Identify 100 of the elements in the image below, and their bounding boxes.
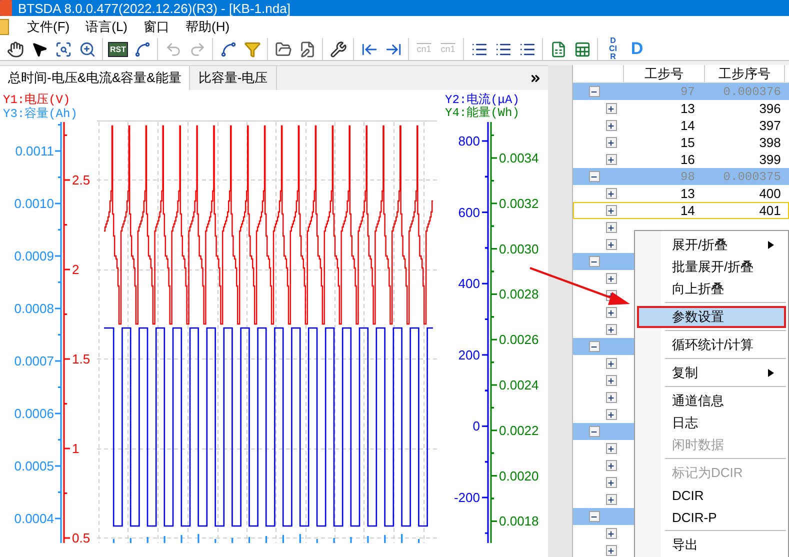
- wrench-icon: [330, 40, 346, 58]
- toolbar-button[interactable]: DCIR: [602, 38, 624, 60]
- expand-icon[interactable]: [606, 443, 617, 454]
- collapse-icon[interactable]: [588, 256, 600, 267]
- window-title: BTSDA 8.0.0.477(2022.12.26)(R3) - [KB-1.nda]: [18, 0, 290, 16]
- axis-label: 0.0032: [499, 196, 539, 211]
- menu-entry[interactable]: 批量展开/折叠: [637, 256, 786, 278]
- app-logo-icon: [0, 0, 12, 16]
- expand-icon[interactable]: [606, 460, 617, 471]
- expand-icon[interactable]: [606, 307, 617, 318]
- table-cell-text: 15: [679, 135, 696, 150]
- expand-icon[interactable]: [606, 324, 617, 335]
- undo-icon: [164, 40, 182, 58]
- axis-label: 0.0028: [499, 286, 539, 302]
- collapse-icon[interactable]: [588, 86, 600, 97]
- axis-label: 0.0018: [499, 514, 539, 529]
- submenu-arrow-icon: [768, 369, 774, 377]
- curve-icon: [220, 40, 236, 58]
- expand-icon[interactable]: [606, 409, 617, 420]
- table-cell-text: 399: [758, 152, 782, 167]
- menu-entry[interactable]: 复制: [637, 362, 786, 384]
- expand-icon[interactable]: [606, 188, 617, 199]
- axis-label: 0.0010: [14, 196, 54, 211]
- table-cell-text: 13: [679, 186, 696, 201]
- axis-label: 800: [458, 134, 480, 148]
- filter-icon: [244, 40, 260, 58]
- menu-item[interactable]: 语言(L): [78, 16, 136, 38]
- table-cell-text: 13: [679, 101, 696, 116]
- table-cell-text: 14: [679, 203, 696, 218]
- table-cell-text: 14: [679, 118, 696, 133]
- axis-title: Y4:能量(Wh): [445, 106, 520, 120]
- file-edit-icon: [298, 40, 316, 58]
- axis-label: 0.0020: [499, 468, 539, 484]
- zoom-icon: [78, 40, 96, 58]
- axis-label: 0.0026: [499, 332, 539, 348]
- redo-icon: [188, 40, 206, 58]
- menu-entry[interactable]: 循环统计/计算: [637, 334, 786, 356]
- expand-icon[interactable]: [606, 375, 617, 386]
- axis-label: 0.0034: [499, 150, 539, 166]
- axis-label: 0.0008: [14, 301, 54, 316]
- column-header[interactable]: 工步序号: [704, 65, 784, 82]
- expand-icon[interactable]: [606, 477, 617, 488]
- tab[interactable]: 总时间-电压&电流&容量&能量: [0, 66, 190, 90]
- expand-icon[interactable]: [606, 103, 617, 114]
- expand-icon[interactable]: [606, 222, 617, 233]
- expand-icon[interactable]: [606, 273, 617, 284]
- menu-entry[interactable]: DCIR-P: [637, 506, 786, 528]
- axis-label: 0.0006: [14, 406, 54, 421]
- menu-entry[interactable]: DCIR: [637, 484, 786, 506]
- expand-icon[interactable]: [606, 494, 617, 505]
- expand-icon[interactable]: [606, 528, 617, 539]
- table-cell-text: 396: [758, 101, 782, 116]
- axis-label: 200: [458, 347, 480, 362]
- menu-item[interactable]: 窗口: [136, 16, 178, 38]
- axis-label: 1.5: [72, 352, 90, 366]
- collapse-icon[interactable]: [588, 426, 600, 437]
- menu-entry[interactable]: 参数设置: [637, 306, 786, 328]
- table-cell-text: 98: [680, 170, 696, 184]
- table-cell-text: 16: [679, 152, 696, 167]
- axis-label: 0.0011: [15, 144, 54, 158]
- menu-entry[interactable]: 向上折叠: [637, 278, 786, 300]
- expand-icon[interactable]: [606, 545, 617, 556]
- menu-item[interactable]: 帮助(H): [178, 16, 238, 38]
- menu-entry[interactable]: 通道信息: [637, 390, 786, 412]
- axis-label: 0: [472, 418, 480, 434]
- hand-icon: [6, 40, 24, 58]
- axis-title: Y2:电流(μA): [445, 93, 520, 107]
- expand-icon[interactable]: [606, 205, 617, 216]
- column-header[interactable]: 工步号: [622, 65, 704, 82]
- chart-icon: [134, 40, 150, 58]
- collapse-icon[interactable]: [588, 171, 600, 182]
- expand-icon[interactable]: [606, 392, 617, 403]
- table-cell-text: 97: [680, 84, 696, 98]
- axis-label: 1: [72, 441, 80, 456]
- axis-label: 0.0005: [14, 458, 54, 474]
- table-cell-text: 0.000376: [722, 84, 782, 98]
- axis-label: 0.5: [72, 530, 90, 543]
- axis-label: 0.0022: [499, 422, 539, 438]
- axis-title: Y3:容量(Ah): [3, 107, 78, 121]
- table-cell-text: 398: [758, 135, 782, 150]
- spreadsheet-icon: [574, 40, 590, 58]
- axis-label: 0.0007: [14, 354, 54, 368]
- axis-label: 2: [72, 262, 80, 277]
- menu-item[interactable]: 文件(F): [19, 16, 78, 38]
- expand-icon[interactable]: [606, 358, 617, 369]
- menu-entry[interactable]: 日志: [637, 412, 786, 434]
- axis-label: 400: [458, 276, 480, 292]
- expand-icon[interactable]: [606, 120, 617, 131]
- folder-icon: [274, 40, 292, 58]
- collapse-icon[interactable]: [588, 511, 600, 522]
- collapse-icon[interactable]: [588, 341, 600, 352]
- expand-icon[interactable]: [606, 239, 617, 250]
- axis-label: -200: [454, 490, 480, 505]
- expand-icon[interactable]: [606, 154, 617, 165]
- expand-icon[interactable]: [606, 137, 617, 148]
- table-cell-text: 0.000375: [722, 170, 782, 184]
- menu-entry[interactable]: 展开/折叠: [637, 234, 786, 256]
- axis-label: 0.0004: [14, 511, 54, 526]
- table-row[interactable]: 14 401: [572, 202, 789, 219]
- menu-entry[interactable]: 导出: [637, 534, 786, 556]
